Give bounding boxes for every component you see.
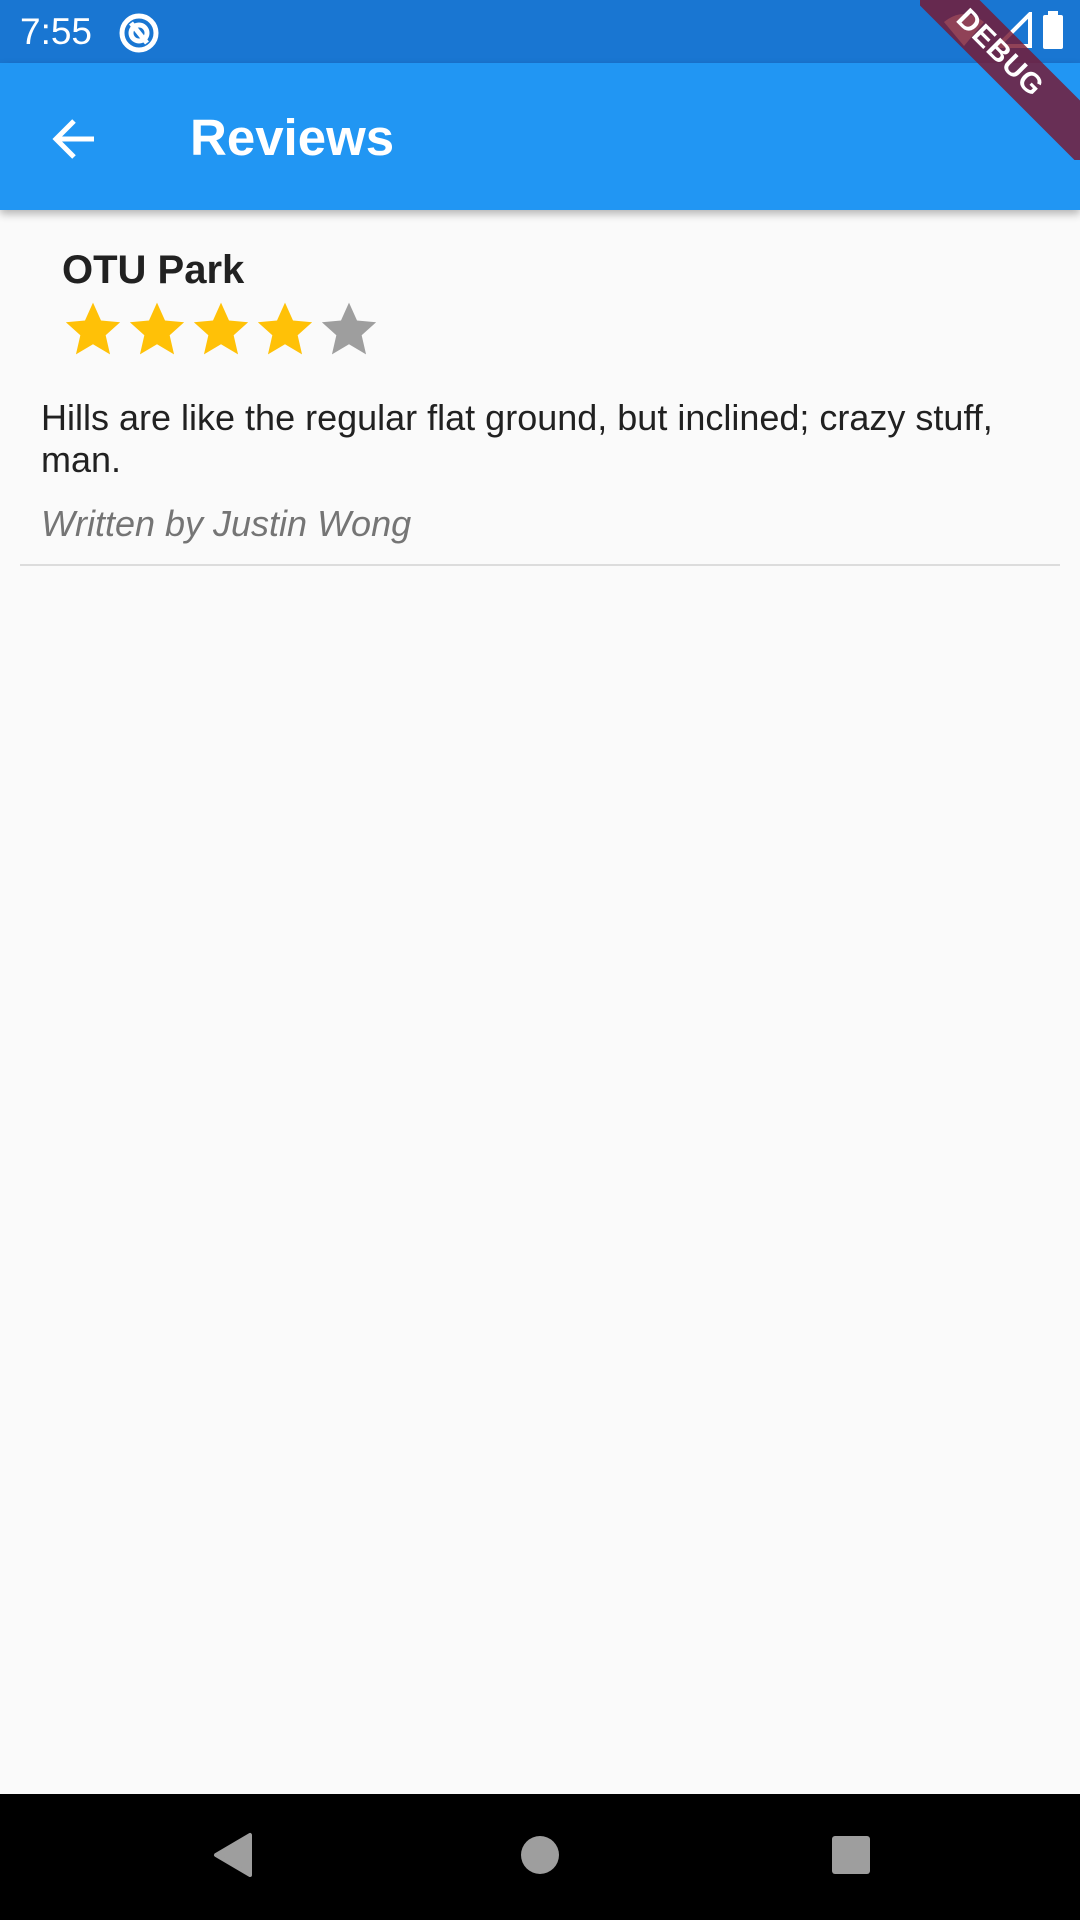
back-triangle-icon xyxy=(210,1831,254,1884)
review-author: Written by Justin Wong xyxy=(41,503,412,544)
recents-square-icon xyxy=(831,1835,871,1880)
debug-banner: DEBUG xyxy=(920,0,1080,160)
status-bar: 7:55 xyxy=(0,0,1080,63)
page-title: Reviews xyxy=(190,109,395,166)
arrow-back-icon xyxy=(50,115,98,168)
star-icon xyxy=(129,302,185,355)
divider xyxy=(20,564,1060,566)
review-text: Hills are like the regular flat ground, … xyxy=(41,397,993,480)
app-bar: Reviews xyxy=(0,63,1080,210)
home-circle-icon xyxy=(519,1834,561,1881)
star-icon xyxy=(193,302,249,355)
rating-stars xyxy=(62,298,380,360)
nav-recents-button[interactable] xyxy=(818,1824,884,1890)
star-icon xyxy=(321,302,377,355)
nav-home-button[interactable] xyxy=(507,1824,573,1890)
app-notification-icon xyxy=(118,12,160,54)
debug-label: DEBUG xyxy=(920,0,1080,160)
nav-back-button[interactable] xyxy=(199,1824,265,1890)
star-icon xyxy=(65,302,121,355)
place-name: OTU Park xyxy=(62,248,245,292)
system-nav-bar xyxy=(0,1794,1080,1920)
star-icon xyxy=(257,302,313,355)
back-button[interactable] xyxy=(36,103,112,179)
status-time: 7:55 xyxy=(20,11,93,52)
